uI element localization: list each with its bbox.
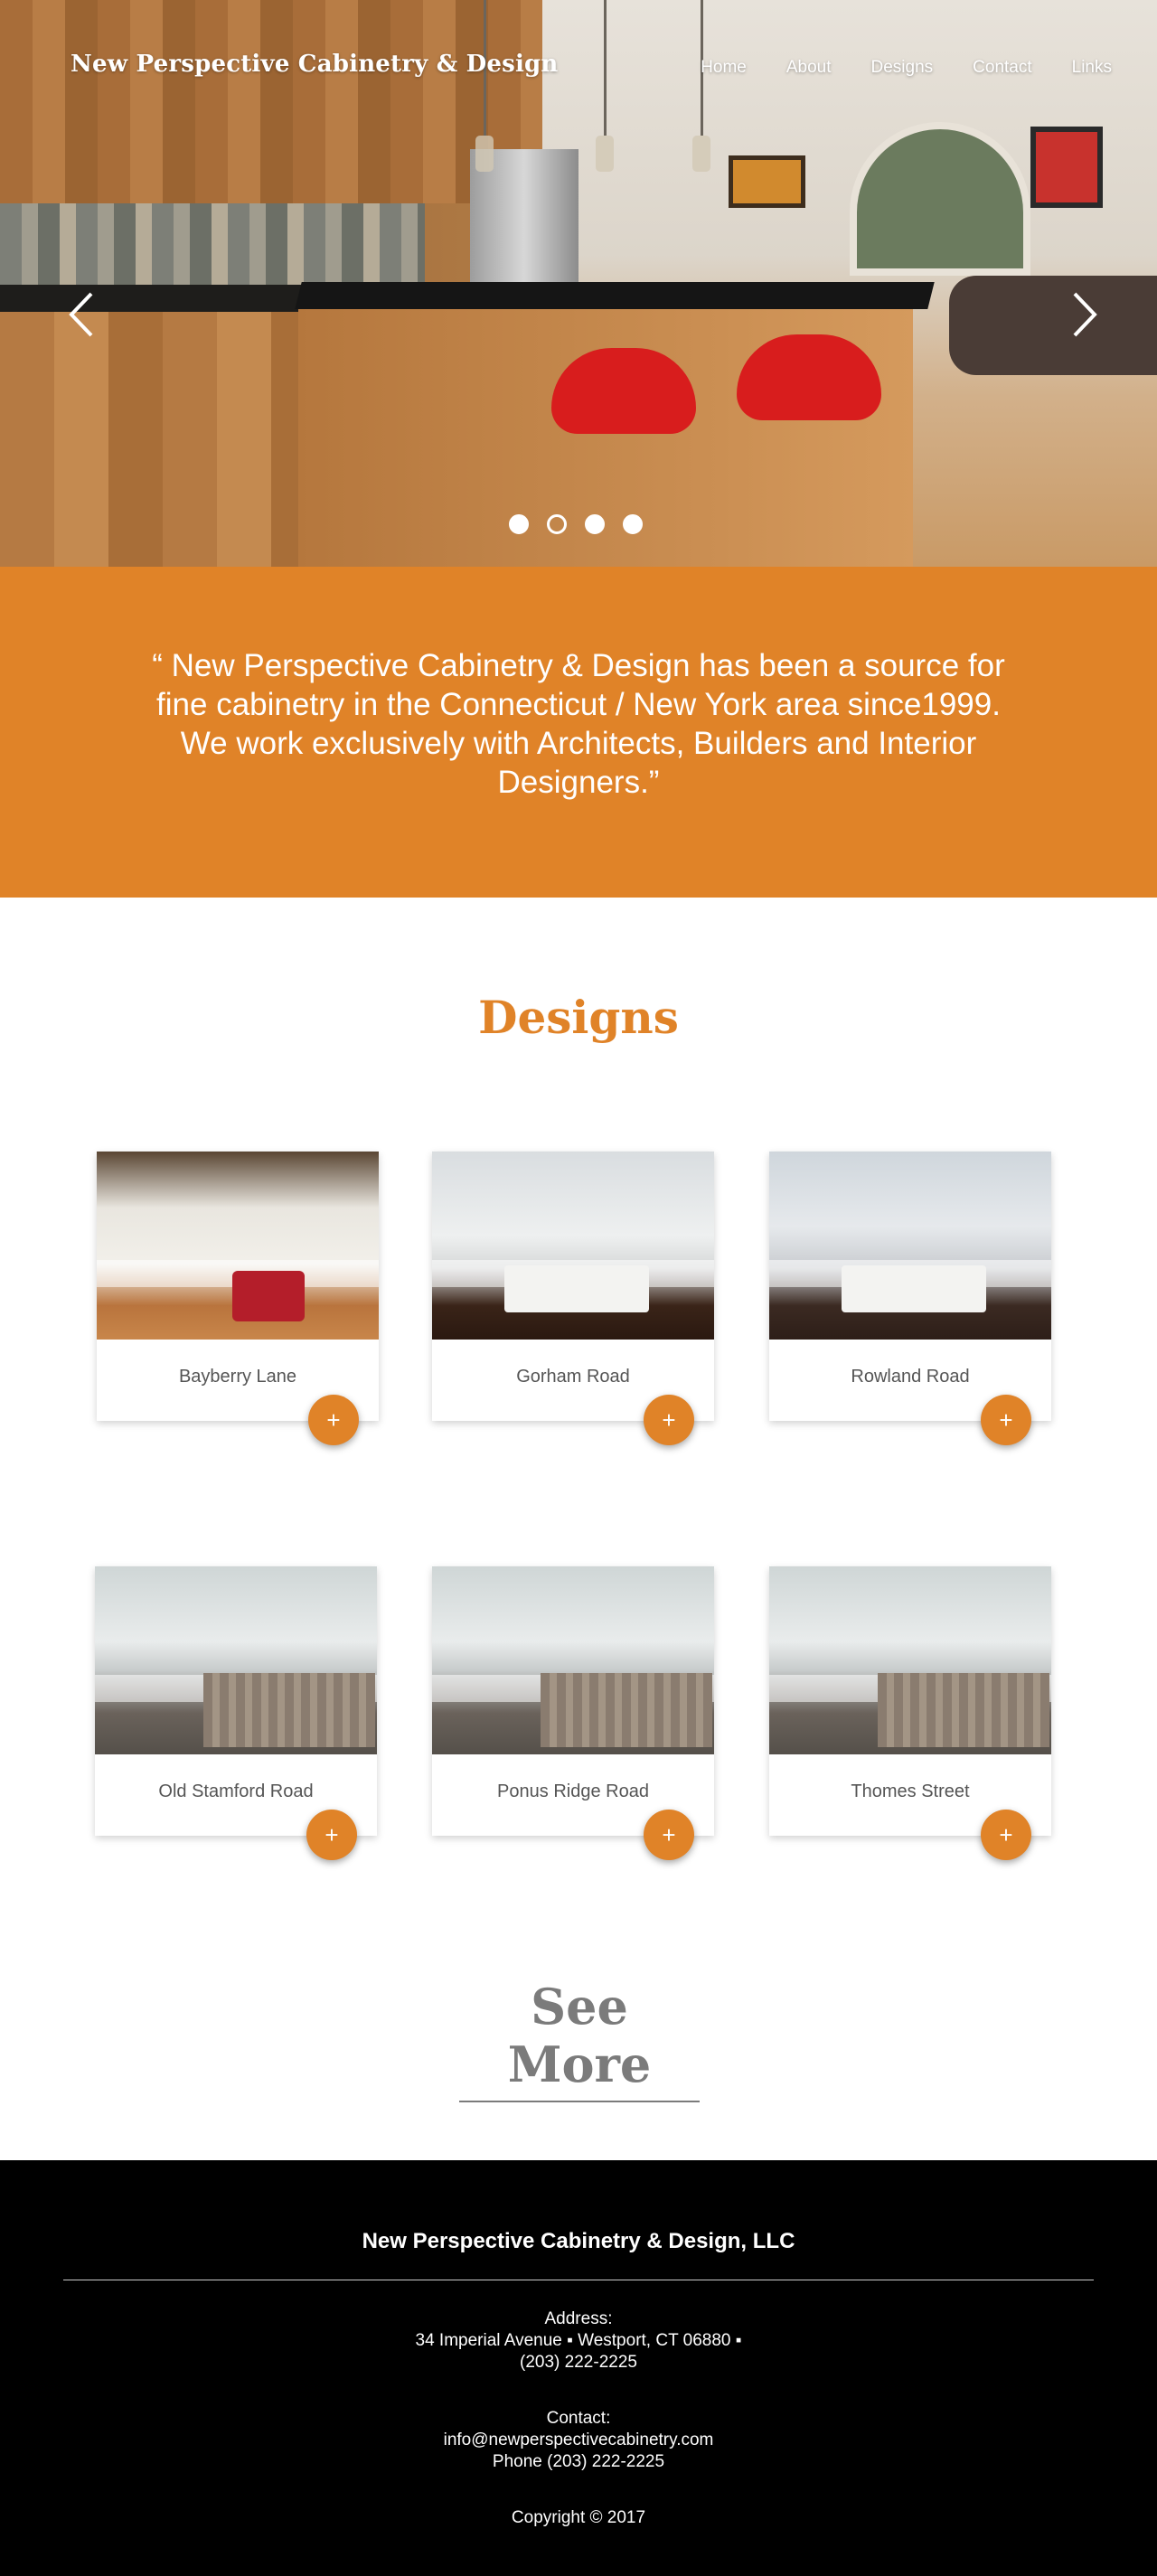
design-card[interactable]: Rowland Road + [769, 1152, 1051, 1445]
plus-icon[interactable]: + [644, 1810, 694, 1860]
carousel-dot-1[interactable] [509, 514, 529, 534]
address-phone: (203) 222-2225 [520, 2353, 637, 2372]
plus-icon[interactable]: + [981, 1395, 1031, 1445]
footer-company-name: New Perspective Cabinetry & Design, LLC [362, 2229, 795, 2253]
design-title: Ponus Ridge Road [497, 1782, 649, 1801]
contact-phone: Phone (203) 222-2225 [492, 2452, 665, 2471]
design-title: Rowland Road [851, 1367, 970, 1387]
carousel-indicators [509, 514, 643, 534]
chevron-right-icon [1073, 292, 1097, 337]
design-card[interactable]: Thomes Street + [769, 1566, 1051, 1860]
plus-icon[interactable]: + [981, 1810, 1031, 1860]
plus-icon[interactable]: + [644, 1395, 694, 1445]
design-title: Gorham Road [516, 1367, 630, 1387]
carousel-dot-2[interactable] [547, 514, 567, 534]
design-photo [95, 1566, 377, 1754]
nav-designs[interactable]: Designs [871, 58, 934, 78]
design-photo [769, 1152, 1051, 1340]
plus-icon[interactable]: + [308, 1395, 359, 1445]
design-photo [97, 1152, 379, 1340]
carousel-prev-button[interactable] [63, 287, 99, 342]
nav-contact[interactable]: Contact [973, 58, 1031, 78]
designs-heading: Designs [478, 991, 679, 1044]
site-footer: New Perspective Cabinetry & Design, LLC … [0, 2160, 1157, 2576]
carousel-dot-3[interactable] [585, 514, 605, 534]
main-nav: Home About Designs Contact Links [701, 58, 1112, 78]
chevron-left-icon [69, 292, 93, 337]
design-photo [432, 1566, 714, 1754]
copyright: Copyright © 2017 [511, 2508, 646, 2527]
nav-links[interactable]: Links [1072, 58, 1112, 78]
hero-carousel: New Perspective Cabinetry & Design Home … [0, 0, 1157, 567]
contact-label: Contact: [546, 2409, 611, 2428]
plus-icon[interactable]: + [306, 1810, 357, 1860]
carousel-dot-4[interactable] [623, 514, 643, 534]
nav-about[interactable]: About [786, 58, 832, 78]
design-card[interactable]: Old Stamford Road + [95, 1566, 377, 1860]
design-card[interactable]: Bayberry Lane + [97, 1152, 379, 1445]
design-title: Bayberry Lane [178, 1367, 297, 1387]
see-more-link[interactable]: See More [459, 1978, 700, 2102]
design-photo [769, 1566, 1051, 1754]
address-label: Address: [544, 2309, 613, 2328]
design-card[interactable]: Ponus Ridge Road + [432, 1566, 714, 1860]
design-title: Thomes Street [851, 1782, 970, 1801]
email-link[interactable]: info@newperspectivecabinetry.com [444, 2430, 714, 2449]
carousel-next-button[interactable] [1067, 287, 1103, 342]
design-card[interactable]: Gorham Road + [432, 1152, 714, 1445]
street-address: 34 Imperial Avenue ▪ Westport, CT 06880 … [415, 2331, 742, 2350]
nav-home[interactable]: Home [701, 58, 747, 78]
design-photo [432, 1152, 714, 1340]
design-title: Old Stamford Road [158, 1782, 314, 1801]
intro-band: “ New Perspective Cabinetry & Design has… [0, 567, 1157, 898]
site-logo[interactable]: New Perspective Cabinetry & Design [71, 51, 559, 78]
intro-quote: “ New Perspective Cabinetry & Design has… [152, 648, 1005, 800]
